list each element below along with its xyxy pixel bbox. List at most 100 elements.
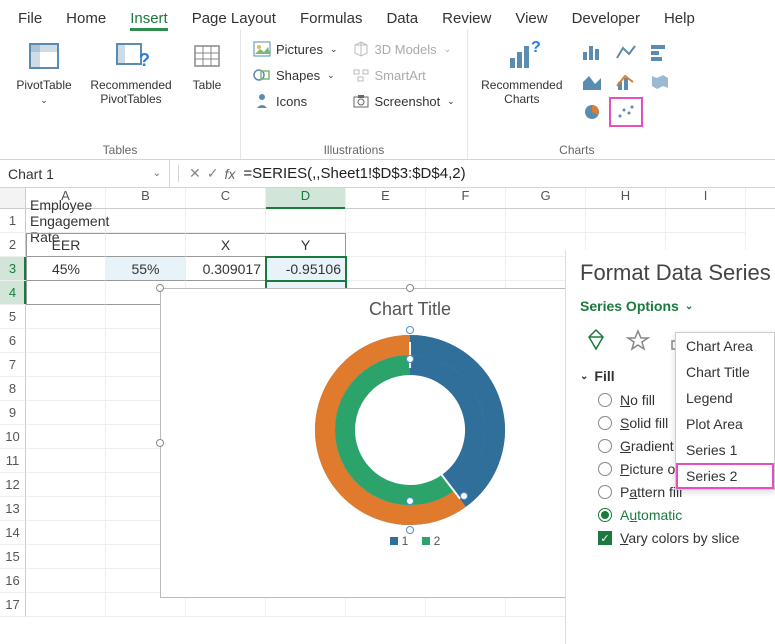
cell-I1[interactable] xyxy=(666,209,746,233)
fill-line-tab[interactable] xyxy=(580,324,612,356)
series-handle[interactable] xyxy=(406,497,414,505)
row-2[interactable]: 2 xyxy=(0,233,26,257)
menu-file[interactable]: File xyxy=(18,10,42,27)
cell-F2[interactable] xyxy=(426,233,506,257)
recommended-pivottables-button[interactable]: ? Recommended PivotTables xyxy=(86,36,176,109)
dropdown-item-plot-area[interactable]: Plot Area xyxy=(676,411,774,437)
3d-models-button[interactable]: 3D Models⌄ xyxy=(352,40,455,58)
menu-review[interactable]: Review xyxy=(442,10,491,27)
cell-E1[interactable] xyxy=(346,209,426,233)
cell-F3[interactable] xyxy=(426,257,506,281)
cell-A6[interactable] xyxy=(26,329,106,353)
col-H[interactable]: H xyxy=(586,188,666,208)
select-all-corner[interactable] xyxy=(0,188,26,208)
donut-chart[interactable] xyxy=(310,330,510,530)
cell-A3[interactable]: 45% xyxy=(26,257,106,281)
menu-view[interactable]: View xyxy=(515,10,547,27)
row-6[interactable]: 6 xyxy=(0,329,26,353)
pivottable-button[interactable]: PivotTable⌄ xyxy=(8,36,80,109)
dropdown-item-chart-title[interactable]: Chart Title xyxy=(676,359,774,385)
smartart-button[interactable]: SmartArt xyxy=(352,66,455,84)
cell-D2[interactable]: Y xyxy=(266,233,346,257)
col-F[interactable]: F xyxy=(426,188,506,208)
line-chart-button[interactable] xyxy=(612,40,640,64)
effects-tab[interactable] xyxy=(622,324,654,356)
series-handle[interactable] xyxy=(406,526,414,534)
menu-help[interactable]: Help xyxy=(664,10,695,27)
menu-developer[interactable]: Developer xyxy=(572,10,640,27)
col-C[interactable]: C xyxy=(186,188,266,208)
cell-A1[interactable]: Employee Engagement Rate xyxy=(26,209,106,233)
series-handle[interactable] xyxy=(406,355,414,363)
menu-data[interactable]: Data xyxy=(386,10,418,27)
dropdown-item-chart-area[interactable]: Chart Area xyxy=(676,333,774,359)
row-14[interactable]: 14 xyxy=(0,521,26,545)
cell-D1[interactable] xyxy=(266,209,346,233)
fill-automatic[interactable]: Automatic xyxy=(598,507,771,523)
cell-A11[interactable] xyxy=(26,449,106,473)
cell-A8[interactable] xyxy=(26,377,106,401)
fx-icon[interactable]: fx xyxy=(224,166,235,182)
cell-A13[interactable] xyxy=(26,497,106,521)
row-11[interactable]: 11 xyxy=(0,449,26,473)
cell-A15[interactable] xyxy=(26,545,106,569)
cell-C2[interactable]: X xyxy=(186,233,266,257)
cell-C3[interactable]: 0.309017 xyxy=(186,257,266,281)
col-B[interactable]: B xyxy=(106,188,186,208)
cell-A4[interactable] xyxy=(26,281,106,305)
recommended-charts-button[interactable]: ? Recommended Charts xyxy=(476,36,568,109)
vary-colors-checkbox[interactable]: ✓Vary colors by slice xyxy=(598,530,771,546)
menu-home[interactable]: Home xyxy=(66,10,106,27)
col-D[interactable]: D xyxy=(266,188,346,208)
resize-handle[interactable] xyxy=(406,284,414,292)
cell-A12[interactable] xyxy=(26,473,106,497)
row-3[interactable]: 3 xyxy=(0,257,26,281)
row-15[interactable]: 15 xyxy=(0,545,26,569)
area-chart-button[interactable] xyxy=(578,70,606,94)
scatter-chart-button[interactable] xyxy=(612,100,640,124)
series-handle[interactable] xyxy=(406,326,414,334)
dropdown-item-series-1[interactable]: Series 1 xyxy=(676,437,774,463)
dropdown-item-legend[interactable]: Legend xyxy=(676,385,774,411)
row-10[interactable]: 10 xyxy=(0,425,26,449)
bar-chart-button[interactable] xyxy=(646,40,674,64)
name-box[interactable]: Chart 1 ⌄ xyxy=(0,160,170,187)
row-16[interactable]: 16 xyxy=(0,569,26,593)
cell-E2[interactable] xyxy=(346,233,426,257)
series-handle[interactable] xyxy=(460,492,468,500)
cell-B2[interactable] xyxy=(106,233,186,257)
col-E[interactable]: E xyxy=(346,188,426,208)
cell-A9[interactable] xyxy=(26,401,106,425)
cell-C1[interactable] xyxy=(186,209,266,233)
row-5[interactable]: 5 xyxy=(0,305,26,329)
resize-handle[interactable] xyxy=(156,284,164,292)
shapes-button[interactable]: Shapes⌄ xyxy=(253,66,338,84)
cell-A16[interactable] xyxy=(26,569,106,593)
menu-insert[interactable]: Insert xyxy=(130,10,168,27)
row-12[interactable]: 12 xyxy=(0,473,26,497)
cell-E3[interactable] xyxy=(346,257,426,281)
formula-input[interactable]: =SERIES(,,Sheet1!$D$3:$D$4,2) xyxy=(243,165,465,182)
cell-B3[interactable]: 55% xyxy=(106,257,186,281)
table-button[interactable]: Table xyxy=(182,36,232,94)
dropdown-item-series-2[interactable]: Series 2 xyxy=(676,463,774,489)
cell-D3[interactable]: -0.95106 xyxy=(266,257,346,281)
cell-A7[interactable] xyxy=(26,353,106,377)
screenshot-button[interactable]: Screenshot⌄ xyxy=(352,92,455,110)
cell-A14[interactable] xyxy=(26,521,106,545)
col-G[interactable]: G xyxy=(506,188,586,208)
row-8[interactable]: 8 xyxy=(0,377,26,401)
cell-H1[interactable] xyxy=(586,209,666,233)
pictures-button[interactable]: Pictures⌄ xyxy=(253,40,338,58)
row-17[interactable]: 17 xyxy=(0,593,26,617)
row-7[interactable]: 7 xyxy=(0,353,26,377)
row-13[interactable]: 13 xyxy=(0,497,26,521)
series-options-dropdown[interactable]: Series Options⌄ xyxy=(580,298,771,314)
map-chart-button[interactable] xyxy=(646,70,674,94)
cell-B1[interactable] xyxy=(106,209,186,233)
row-4[interactable]: 4 xyxy=(0,281,26,305)
pie-chart-button[interactable] xyxy=(578,100,606,124)
cancel-icon[interactable]: ✕ xyxy=(189,165,201,182)
row-9[interactable]: 9 xyxy=(0,401,26,425)
icons-button[interactable]: Icons xyxy=(253,92,338,110)
